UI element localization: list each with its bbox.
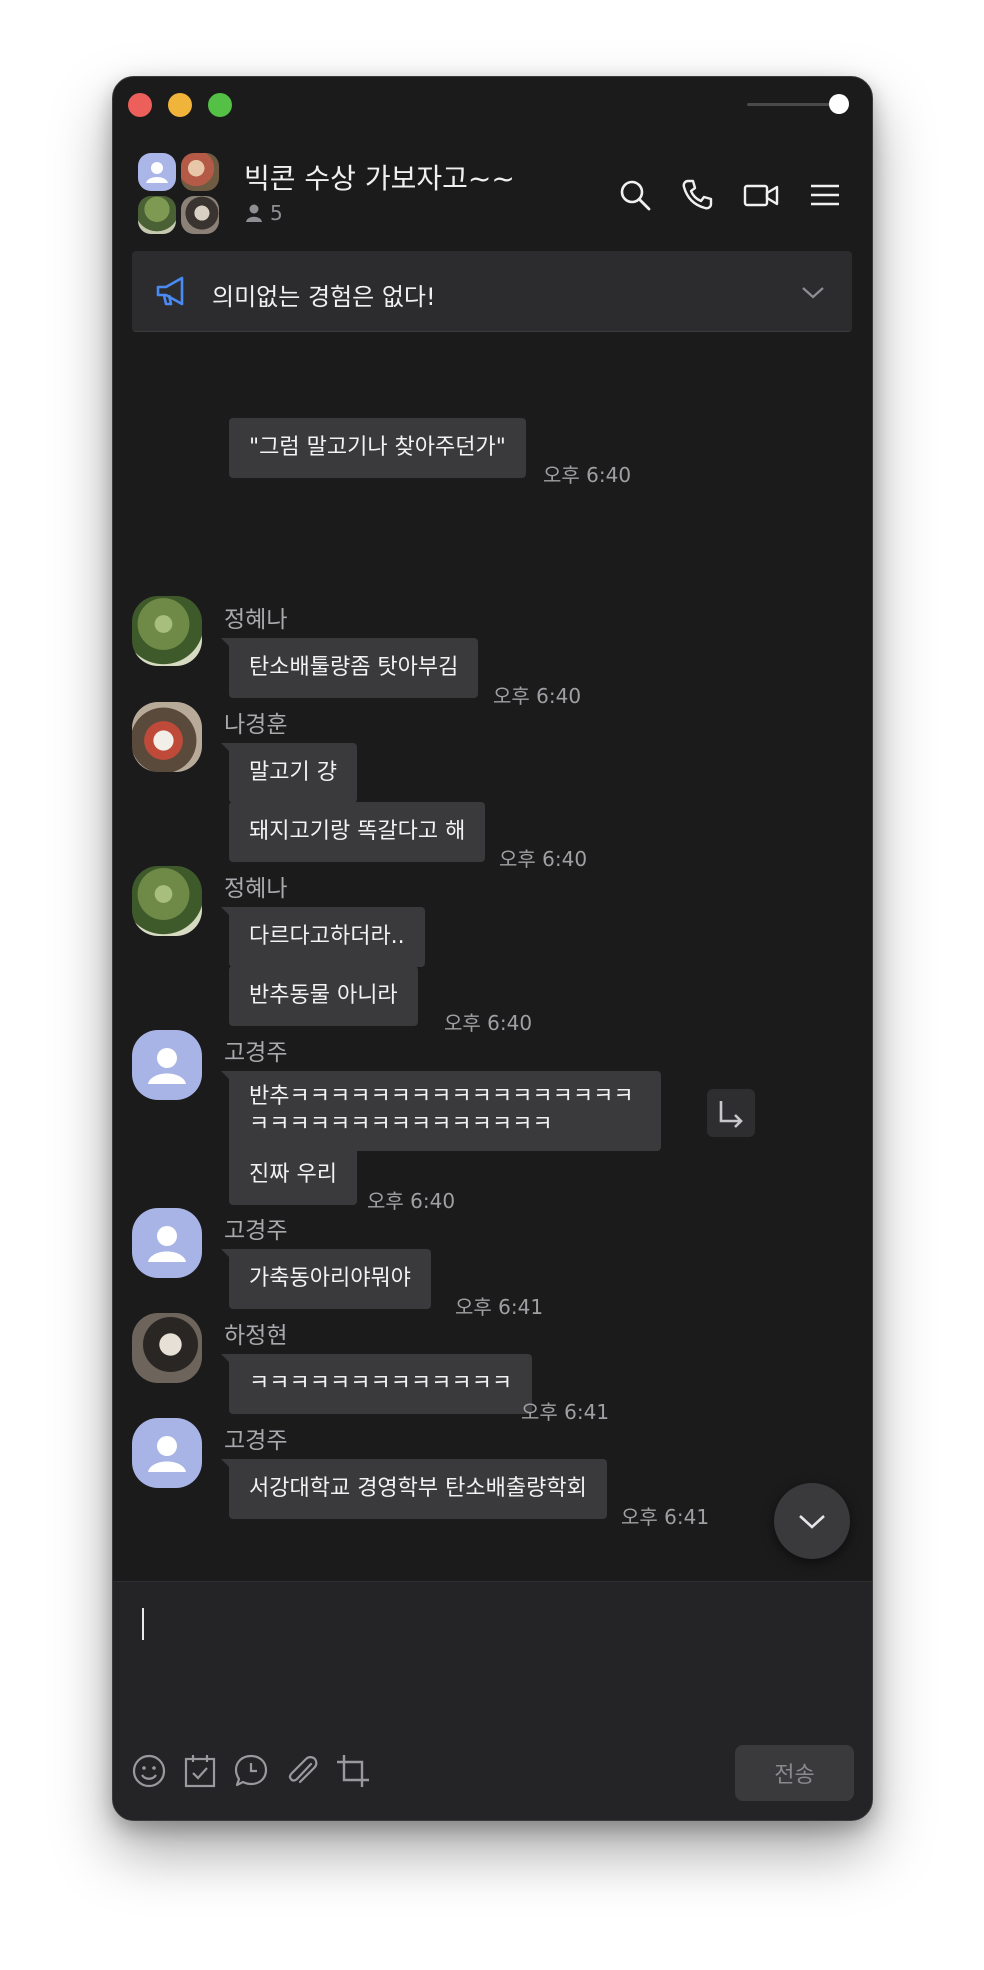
chevron-down-icon <box>799 1515 825 1529</box>
phone-icon[interactable] <box>679 177 715 213</box>
message-time: 오후 6:40 <box>543 463 632 487</box>
close-window-button[interactable] <box>128 93 152 117</box>
attach-icon[interactable] <box>283 1752 321 1790</box>
message-time: 오후 6:41 <box>621 1505 710 1529</box>
message-list[interactable]: "그럼 말고기나 찾아주던가" 오후 6:40 정혜나 탄소배툴량좀 탓아부김 … <box>113 333 872 1663</box>
message-bubble[interactable]: 다르다고하더라.. <box>221 907 425 967</box>
chevron-down-icon[interactable] <box>800 279 826 305</box>
message-time: 오후 6:40 <box>499 847 588 871</box>
calendar-icon[interactable] <box>181 1752 219 1790</box>
chat-window: 빅콘 수상 가보자고~~ 5 의미없는 경험은 없다! "그럼 말고기나 찾아주… <box>112 76 873 1821</box>
message-bubble[interactable]: 반추동물 아니라 <box>229 966 418 1026</box>
message-time: 오후 6:41 <box>455 1295 544 1319</box>
minimize-window-button[interactable] <box>168 93 192 117</box>
forward-button[interactable] <box>707 1089 755 1137</box>
group-avatar[interactable] <box>138 153 220 235</box>
scroll-to-bottom-button[interactable] <box>774 1483 850 1559</box>
sender-name: 정혜나 <box>224 876 288 902</box>
message-time: 오후 6:40 <box>444 1011 533 1035</box>
opacity-slider-knob[interactable] <box>829 94 849 114</box>
zoom-window-button[interactable] <box>208 93 232 117</box>
sender-name: 정혜나 <box>224 607 288 633</box>
message-time: 오후 6:40 <box>493 684 582 708</box>
opacity-slider[interactable] <box>747 103 839 106</box>
sender-name: 하정현 <box>224 1323 288 1349</box>
message-composer[interactable]: 전송 <box>113 1581 872 1820</box>
message-bubble[interactable]: ㅋㅋㅋㅋㅋㅋㅋㅋㅋㅋㅋㅋㅋ <box>220 1354 533 1414</box>
avatar[interactable] <box>132 596 202 666</box>
avatar[interactable] <box>132 1313 202 1383</box>
member-avatar <box>181 153 219 191</box>
sender-name: 고경주 <box>224 1040 288 1066</box>
avatar[interactable] <box>132 1208 202 1278</box>
member-count-value: 5 <box>270 201 283 225</box>
search-icon[interactable] <box>617 177 653 213</box>
message-bubble[interactable]: 탄소배툴량좀 탓아부김 <box>220 638 479 698</box>
schedule-message-icon[interactable] <box>232 1752 270 1790</box>
message-bubble[interactable]: "그럼 말고기나 찾아주던가" <box>229 418 526 478</box>
forward-icon <box>719 1101 743 1128</box>
notice-banner[interactable]: 의미없는 경험은 없다! <box>132 251 852 332</box>
message-bubble[interactable]: 돼지고기랑 똑갈다고 해 <box>229 802 486 862</box>
text-cursor <box>142 1608 144 1640</box>
message-time: 오후 6:40 <box>367 1189 456 1213</box>
video-icon[interactable] <box>743 177 779 213</box>
member-avatar <box>181 196 219 234</box>
chat-title[interactable]: 빅콘 수상 가보자고~~ <box>244 157 515 197</box>
message-bubble[interactable]: 가축동아리야뭐야 <box>221 1249 431 1309</box>
avatar[interactable] <box>132 702 202 772</box>
message-bubble[interactable]: 서강대학교 경영학부 탄소배출량학회 <box>221 1459 607 1519</box>
sender-name: 고경주 <box>224 1428 288 1454</box>
member-avatar <box>138 153 176 191</box>
avatar[interactable] <box>132 1030 202 1100</box>
sender-name: 나경훈 <box>224 712 288 738</box>
member-count[interactable]: 5 <box>244 201 283 225</box>
crop-icon[interactable] <box>334 1752 372 1790</box>
person-icon <box>246 204 262 222</box>
megaphone-icon <box>156 276 184 306</box>
send-button[interactable]: 전송 <box>735 1745 854 1801</box>
message-bubble[interactable]: 말고기 걍 <box>221 743 357 803</box>
message-bubble[interactable]: 반추ㅋㅋㅋㅋㅋㅋㅋㅋㅋㅋㅋㅋㅋㅋㅋㅋㅋㅋㅋㅋㅋㅋㅋㅋㅋㅋㅋㅋㅋㅋㅋㅋ <box>221 1071 661 1151</box>
sender-name: 고경주 <box>224 1218 288 1244</box>
menu-icon[interactable] <box>807 177 843 213</box>
message-bubble[interactable]: 진짜 우리 <box>229 1145 357 1205</box>
notice-text: 의미없는 경험은 없다! <box>212 283 436 311</box>
member-avatar <box>138 196 176 234</box>
avatar[interactable] <box>132 866 202 936</box>
emoji-icon[interactable] <box>130 1752 168 1790</box>
avatar[interactable] <box>132 1418 202 1488</box>
message-time: 오후 6:41 <box>521 1400 610 1424</box>
